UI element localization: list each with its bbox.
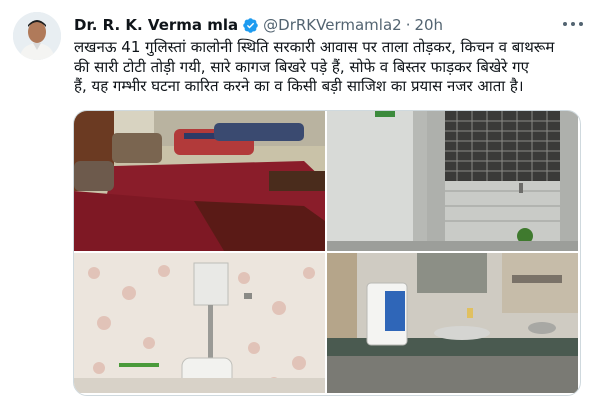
tweet-timestamp[interactable]: 20h bbox=[414, 16, 443, 34]
author-handle[interactable]: @DrRKVermamla2 bbox=[263, 16, 402, 34]
tweet-text-line-3: हैं, यह गम्भीर घटना कारित करने का व किसी… bbox=[74, 77, 524, 95]
photo-window-grill[interactable] bbox=[327, 111, 578, 251]
photo-bathroom[interactable] bbox=[74, 253, 325, 393]
dot-3 bbox=[579, 22, 583, 26]
tweet-text: लखनऊ 41 गुलिस्तां कालोनी स्थिति सरकारी आ… bbox=[74, 38, 589, 97]
tweet-text-line-2: की सारी टोटी तोड़ी गयी, सारे कागज बिखरे … bbox=[74, 57, 529, 76]
tweet-header: Dr. R. K. Verma mla @DrRKVermamla2 · 20h bbox=[74, 14, 563, 36]
window-grill-image bbox=[327, 111, 578, 251]
photo-kitchen[interactable] bbox=[327, 253, 578, 393]
author-name[interactable]: Dr. R. K. Verma mla bbox=[74, 16, 238, 34]
kitchen-image bbox=[327, 253, 578, 393]
photo-grid bbox=[73, 110, 581, 396]
author-avatar[interactable] bbox=[13, 12, 61, 60]
photo-bedroom[interactable] bbox=[74, 111, 325, 251]
bathroom-image bbox=[74, 253, 325, 393]
dot-2 bbox=[571, 22, 575, 26]
tweet-text-line-1: लखनऊ 41 गुलिस्तां कालोनी स्थिति सरकारी आ… bbox=[74, 38, 555, 56]
tweet-card[interactable]: Dr. R. K. Verma mla @DrRKVermamla2 · 20h… bbox=[0, 0, 603, 405]
more-options-icon[interactable] bbox=[563, 15, 583, 33]
separator-dot: · bbox=[405, 16, 411, 34]
bedroom-image bbox=[74, 111, 325, 251]
avatar-image bbox=[13, 12, 61, 60]
dot-1 bbox=[563, 22, 567, 26]
verified-badge-icon bbox=[243, 17, 258, 33]
